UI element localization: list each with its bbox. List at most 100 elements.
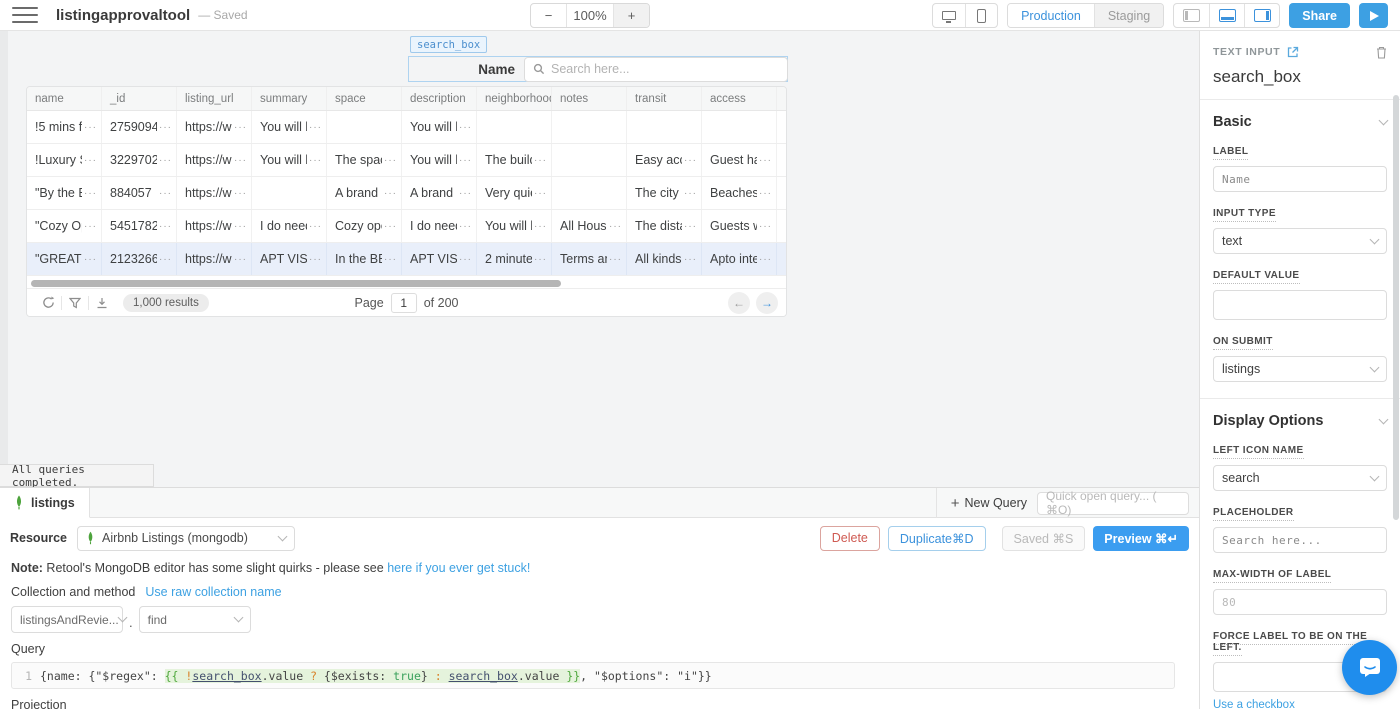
table-cell[interactable]: 2123266··· bbox=[102, 243, 177, 275]
table-cell[interactable]: You will be··· bbox=[252, 111, 327, 143]
cell-expand-icon[interactable]: ··· bbox=[384, 155, 397, 166]
cell-expand-icon[interactable]: ··· bbox=[309, 254, 322, 265]
cell-expand-icon[interactable]: ··· bbox=[384, 254, 397, 265]
page-number-input[interactable]: 1 bbox=[391, 293, 417, 313]
table-cell[interactable]: 27590942··· bbox=[102, 111, 177, 143]
table-cell[interactable]: All House··· bbox=[552, 210, 627, 242]
table-cell[interactable] bbox=[477, 111, 552, 143]
table-cell[interactable]: Cozy oper··· bbox=[327, 210, 402, 242]
section-basic[interactable]: Basic bbox=[1213, 114, 1387, 130]
table-cell[interactable]: "By the Ba··· bbox=[27, 177, 102, 209]
cell-expand-icon[interactable]: ··· bbox=[384, 188, 397, 199]
column-header[interactable]: listing_url bbox=[177, 87, 252, 110]
column-header[interactable]: transit bbox=[627, 87, 702, 110]
table-cell[interactable]: Guests wil··· bbox=[702, 210, 777, 242]
cell-expand-icon[interactable]: ··· bbox=[609, 254, 622, 265]
use-checkbox-link[interactable]: Use a checkbox bbox=[1213, 699, 1387, 709]
method-select[interactable]: find bbox=[139, 606, 251, 633]
table-cell[interactable]: The buildi··· bbox=[477, 144, 552, 176]
table-cell[interactable]: I do need t··· bbox=[402, 210, 477, 242]
filter-icon[interactable] bbox=[62, 295, 88, 311]
table-cell[interactable]: https://w··· bbox=[177, 177, 252, 209]
cell-expand-icon[interactable]: ··· bbox=[159, 122, 172, 133]
cell-expand-icon[interactable]: ··· bbox=[84, 188, 97, 199]
cell-expand-icon[interactable]: ··· bbox=[684, 188, 697, 199]
column-header[interactable]: notes bbox=[552, 87, 627, 110]
inspector-scrollbar[interactable] bbox=[1393, 95, 1399, 520]
next-page-button[interactable]: → bbox=[756, 292, 778, 314]
table-cell[interactable]: The distan··· bbox=[627, 210, 702, 242]
help-link[interactable]: here if you ever get stuck! bbox=[387, 561, 530, 575]
cell-expand-icon[interactable]: ··· bbox=[159, 221, 172, 232]
max-width-input[interactable]: 80 bbox=[1213, 589, 1387, 615]
column-header[interactable]: summary bbox=[252, 87, 327, 110]
duplicate-query-button[interactable]: Duplicate⌘D bbox=[888, 526, 986, 551]
zoom-out-button[interactable]: − bbox=[531, 4, 567, 27]
table-horizontal-scrollbar[interactable] bbox=[31, 280, 561, 287]
table-cell[interactable] bbox=[552, 177, 627, 209]
cell-expand-icon[interactable]: ··· bbox=[309, 221, 322, 232]
cell-expand-icon[interactable]: ··· bbox=[534, 254, 547, 265]
table-cell[interactable]: !5 mins fro··· bbox=[27, 111, 102, 143]
cell-expand-icon[interactable]: ··· bbox=[459, 221, 472, 232]
column-header[interactable]: name bbox=[27, 87, 102, 110]
table-cell[interactable]: 2 minute w··· bbox=[477, 243, 552, 275]
table-cell[interactable] bbox=[552, 111, 627, 143]
cell-expand-icon[interactable]: ··· bbox=[84, 122, 97, 133]
cell-expand-icon[interactable]: ··· bbox=[759, 254, 772, 265]
table-row[interactable]: "By the Ba···884057···https://w···A bran… bbox=[27, 177, 786, 210]
cell-expand-icon[interactable]: ··· bbox=[459, 155, 472, 166]
cell-expand-icon[interactable]: ··· bbox=[759, 155, 772, 166]
placeholder-input[interactable]: Search here... bbox=[1213, 527, 1387, 553]
table-cell[interactable]: 5451782··· bbox=[102, 210, 177, 242]
default-value-input[interactable] bbox=[1213, 290, 1387, 320]
run-button[interactable] bbox=[1359, 3, 1388, 28]
hamburger-menu-icon[interactable] bbox=[12, 7, 38, 23]
cell-expand-icon[interactable]: ··· bbox=[534, 221, 547, 232]
section-display-options[interactable]: Display Options bbox=[1213, 413, 1387, 429]
query-tab-listings[interactable]: listings bbox=[0, 488, 90, 518]
table-cell[interactable]: "GREAT L··· bbox=[27, 243, 102, 275]
quick-open-query-input[interactable]: Quick open query... ( ⌘O) bbox=[1037, 492, 1189, 515]
chat-bubble-button[interactable] bbox=[1342, 640, 1397, 695]
table-cell[interactable]: "Cozy Ope··· bbox=[27, 210, 102, 242]
table-cell[interactable]: Apto inter··· bbox=[702, 243, 777, 275]
table-cell[interactable]: Beaches, p··· bbox=[702, 177, 777, 209]
toggle-bottom-panel-button[interactable] bbox=[1209, 4, 1244, 27]
cell-expand-icon[interactable]: ··· bbox=[234, 155, 247, 166]
download-icon[interactable] bbox=[89, 295, 115, 311]
table-cell[interactable] bbox=[627, 111, 702, 143]
table-row[interactable]: !5 mins fro···27590942···https://w···You… bbox=[27, 111, 786, 144]
cell-expand-icon[interactable]: ··· bbox=[159, 254, 172, 265]
table-cell[interactable]: https://w··· bbox=[177, 210, 252, 242]
cell-expand-icon[interactable]: ··· bbox=[684, 254, 697, 265]
cell-expand-icon[interactable]: ··· bbox=[459, 254, 472, 265]
table-cell[interactable]: Guest has··· bbox=[702, 144, 777, 176]
column-header[interactable]: space bbox=[327, 87, 402, 110]
table-cell[interactable]: https://w··· bbox=[177, 111, 252, 143]
table-cell[interactable] bbox=[552, 144, 627, 176]
table-cell[interactable]: The city b··· bbox=[627, 177, 702, 209]
input-type-select[interactable]: text bbox=[1213, 228, 1387, 254]
cell-expand-icon[interactable]: ··· bbox=[759, 188, 772, 199]
table-cell[interactable]: All kinds o··· bbox=[627, 243, 702, 275]
trash-icon[interactable] bbox=[1376, 46, 1387, 59]
refresh-icon[interactable] bbox=[35, 295, 61, 311]
table-cell[interactable]: A brand ne··· bbox=[327, 177, 402, 209]
table-cell[interactable]: !Luxury Stu··· bbox=[27, 144, 102, 176]
cell-expand-icon[interactable]: ··· bbox=[534, 155, 547, 166]
production-button[interactable]: Production bbox=[1008, 4, 1094, 27]
table-cell[interactable]: Very quiet··· bbox=[477, 177, 552, 209]
left-icon-select[interactable]: search bbox=[1213, 465, 1387, 491]
new-query-button[interactable]: +New Query bbox=[951, 495, 1027, 512]
table-cell[interactable]: Terms and··· bbox=[552, 243, 627, 275]
cell-expand-icon[interactable]: ··· bbox=[459, 188, 472, 199]
cell-expand-icon[interactable]: ··· bbox=[159, 188, 172, 199]
resource-select[interactable]: Airbnb Listings (mongodb) bbox=[77, 526, 295, 551]
table-row[interactable]: !Luxury Stu···32297024···https://w···You… bbox=[27, 144, 786, 177]
toggle-right-panel-button[interactable] bbox=[1244, 4, 1279, 27]
table-row[interactable]: "GREAT L···2123266···https://w···APT VIS… bbox=[27, 243, 786, 276]
cell-expand-icon[interactable]: ··· bbox=[84, 254, 97, 265]
column-header[interactable]: _id bbox=[102, 87, 177, 110]
collection-select[interactable]: listingsAndRevie... bbox=[11, 606, 123, 633]
